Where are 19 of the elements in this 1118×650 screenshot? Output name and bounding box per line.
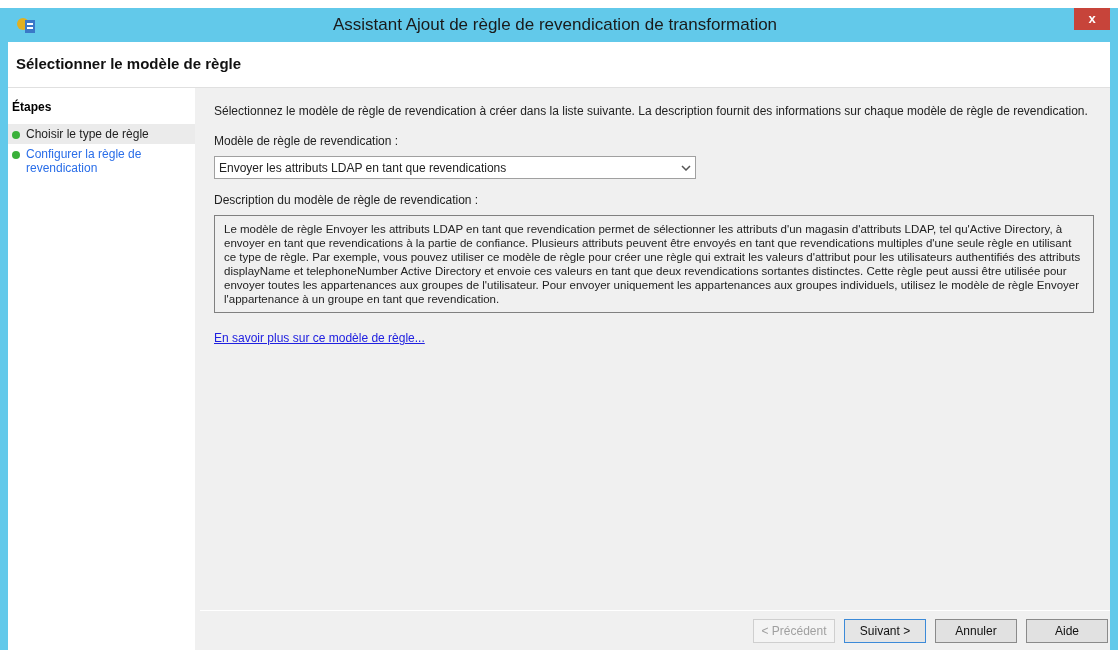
wizard-button[interactable]: Annuler (935, 618, 1017, 643)
learn-more-link[interactable]: En savoir plus sur ce modèle de règle... (214, 329, 425, 347)
window-title: Assistant Ajout de règle de revendication de transformation (331, 14, 779, 37)
step-item[interactable]: Configurer la règle de revendication (8, 144, 195, 178)
wizard-button[interactable]: Aide (1026, 618, 1108, 643)
step-item[interactable]: Choisir le type de règle (8, 124, 195, 144)
status-dot-icon (12, 131, 20, 139)
status-dot-icon (12, 151, 20, 159)
description-box: Le modèle de règle Envoyer les attributs LDAP en tant que revendication permet de sélectionner les attributs d'un magasin d'attributs LDAP, tel qu'Active Directory, à envoyer en tant que revendications à la partie de confiance. Plusieurs attributs peuvent être envoyés en tant que revendications multiples d'une seule règle en utilisant ce type de règle. Par exemple, vous pouvez utiliser ce modèle de règle pour créer une règle qui extrait les valeurs d'attribut pour les utilisateurs authentifiés des attributs displayName et telephoneNumber Active Directory et envoie ces valeurs en tant que deux revendications sortantes distinctes. Cette règle peut aussi être utilisée pour envoyer toutes les appartenances aux groupes de l'utilisateur. Pour envoyer uniquement les appartenances aux groupes individuels, utilisez le modèle de règle Envoyer l'appartenance à un groupe en tant que revendication. (214, 215, 1094, 313)
template-label: Modèle de règle de revendication : (214, 133, 399, 150)
close-button[interactable]: x (1074, 8, 1110, 30)
app-icon (16, 16, 36, 34)
chevron-down-icon (681, 164, 691, 171)
wizard-button[interactable]: Suivant > (844, 618, 926, 643)
intro-text: Sélectionnez le modèle de règle de revendication à créer dans la liste suivante. La description fournit des informations sur chaque modèle de règle de revendication. (214, 103, 1088, 120)
template-dropdown[interactable]: Envoyer les attributs LDAP en tant que revendications (214, 156, 696, 179)
description-label: Description du modèle de règle de revendication : (214, 192, 479, 209)
steps-title: Étapes (12, 100, 52, 114)
page-title: Sélectionner le modèle de règle (16, 54, 242, 75)
